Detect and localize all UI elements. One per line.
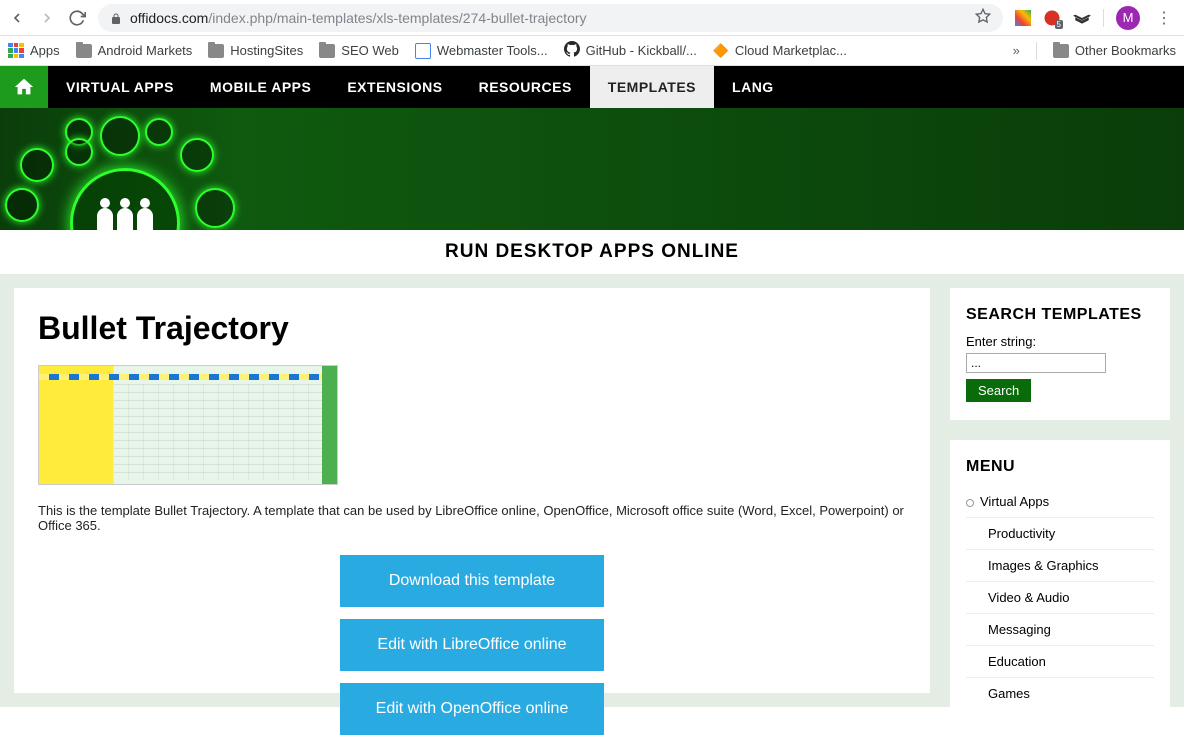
- menu-title: MENU: [966, 458, 1154, 476]
- other-bookmarks[interactable]: Other Bookmarks: [1053, 43, 1176, 58]
- url-text: offidocs.com/index.php/main-templates/xl…: [130, 10, 967, 26]
- menu-item[interactable]: Video & Audio: [966, 582, 1154, 614]
- menu-list: Virtual Apps Productivity Images & Graph…: [966, 486, 1154, 709]
- hero-graphic: [10, 118, 240, 230]
- bookmark-label: Cloud Marketplac...: [735, 43, 847, 58]
- lock-icon: [110, 12, 122, 24]
- menu-item[interactable]: Productivity: [966, 518, 1154, 550]
- folder-icon: [1053, 44, 1069, 58]
- menu-item[interactable]: Education: [966, 646, 1154, 678]
- nav-templates[interactable]: TEMPLATES: [590, 66, 714, 108]
- main-content: Bullet Trajectory This is the template B…: [14, 288, 930, 693]
- badge-count: 5: [1055, 20, 1063, 29]
- nav-mobile-apps[interactable]: MOBILE APPS: [192, 66, 329, 108]
- nav-virtual-apps[interactable]: VIRTUAL APPS: [48, 66, 192, 108]
- search-input[interactable]: [966, 353, 1106, 373]
- extension-icon-badge[interactable]: 5: [1043, 9, 1061, 27]
- home-icon: [13, 76, 35, 98]
- apps-icon: [8, 43, 24, 59]
- search-box: SEARCH TEMPLATES Enter string: Search: [950, 288, 1170, 420]
- hero-banner: [0, 108, 1184, 230]
- divider: [1103, 9, 1104, 27]
- browser-menu-button[interactable]: ⋮: [1152, 8, 1176, 28]
- star-icon[interactable]: [975, 8, 991, 27]
- extension-icon[interactable]: [1073, 9, 1091, 27]
- page-title: Bullet Trajectory: [38, 310, 906, 347]
- download-button[interactable]: Download this template: [340, 555, 604, 607]
- bookmark-item[interactable]: 🔶 Cloud Marketplac...: [713, 43, 847, 59]
- bookmarks-bar: Apps Android Markets HostingSites SEO We…: [0, 36, 1184, 66]
- home-button[interactable]: [0, 66, 48, 108]
- edit-libreoffice-button[interactable]: Edit with LibreOffice online: [340, 619, 604, 671]
- github-icon: [564, 41, 580, 60]
- folder-icon: [319, 44, 335, 58]
- search-title: SEARCH TEMPLATES: [966, 306, 1154, 324]
- extension-icon[interactable]: [1015, 10, 1031, 26]
- browser-toolbar: offidocs.com/index.php/main-templates/xl…: [0, 0, 1184, 36]
- nav-resources[interactable]: RESOURCES: [461, 66, 590, 108]
- profile-avatar[interactable]: M: [1116, 6, 1140, 30]
- site-nav: VIRTUAL APPS MOBILE APPS EXTENSIONS RESO…: [0, 66, 1184, 108]
- tagline-text: RUN DESKTOP APPS ONLINE: [445, 241, 739, 263]
- folder-icon: [76, 44, 92, 58]
- menu-item[interactable]: Images & Graphics: [966, 550, 1154, 582]
- bookmark-item[interactable]: Android Markets: [76, 43, 193, 58]
- overflow-chevron-icon[interactable]: »: [1013, 43, 1020, 58]
- bookmark-label: HostingSites: [230, 43, 303, 58]
- menu-box: MENU Virtual Apps Productivity Images & …: [950, 440, 1170, 727]
- site-icon: [415, 43, 431, 59]
- search-label: Enter string:: [966, 334, 1154, 349]
- extension-icons: 5 M ⋮: [1015, 6, 1176, 30]
- template-description: This is the template Bullet Trajectory. …: [38, 503, 906, 533]
- forward-button[interactable]: [38, 9, 56, 27]
- menu-item[interactable]: Messaging: [966, 614, 1154, 646]
- bookmark-label: SEO Web: [341, 43, 399, 58]
- menu-item[interactable]: Games: [966, 678, 1154, 709]
- nav-extensions[interactable]: EXTENSIONS: [329, 66, 460, 108]
- site-icon: 🔶: [713, 43, 729, 59]
- menu-item-virtual-apps[interactable]: Virtual Apps: [966, 486, 1154, 518]
- address-bar[interactable]: offidocs.com/index.php/main-templates/xl…: [98, 4, 1003, 32]
- sidebar: SEARCH TEMPLATES Enter string: Search ME…: [950, 288, 1170, 693]
- bookmark-label: GitHub - Kickball/...: [586, 43, 697, 58]
- divider: [1036, 42, 1037, 60]
- bookmark-label: Other Bookmarks: [1075, 43, 1176, 58]
- apps-shortcut[interactable]: Apps: [8, 43, 60, 59]
- nav-lang[interactable]: LANG: [714, 66, 792, 108]
- edit-openoffice-button[interactable]: Edit with OpenOffice online: [340, 683, 604, 735]
- bookmark-item[interactable]: SEO Web: [319, 43, 399, 58]
- bookmark-label: Android Markets: [98, 43, 193, 58]
- folder-icon: [208, 44, 224, 58]
- back-button[interactable]: [8, 9, 26, 27]
- tagline-banner: RUN DESKTOP APPS ONLINE: [0, 230, 1184, 274]
- bookmark-item[interactable]: Webmaster Tools...: [415, 43, 548, 59]
- page-body: Bullet Trajectory This is the template B…: [0, 274, 1184, 707]
- action-buttons: Download this template Edit with LibreOf…: [38, 555, 906, 735]
- template-thumbnail[interactable]: [38, 365, 338, 485]
- bookmark-label: Webmaster Tools...: [437, 43, 548, 58]
- reload-button[interactable]: [68, 9, 86, 27]
- bookmark-item[interactable]: HostingSites: [208, 43, 303, 58]
- bookmark-item[interactable]: GitHub - Kickball/...: [564, 41, 697, 60]
- search-button[interactable]: Search: [966, 379, 1031, 402]
- bookmark-label: Apps: [30, 43, 60, 58]
